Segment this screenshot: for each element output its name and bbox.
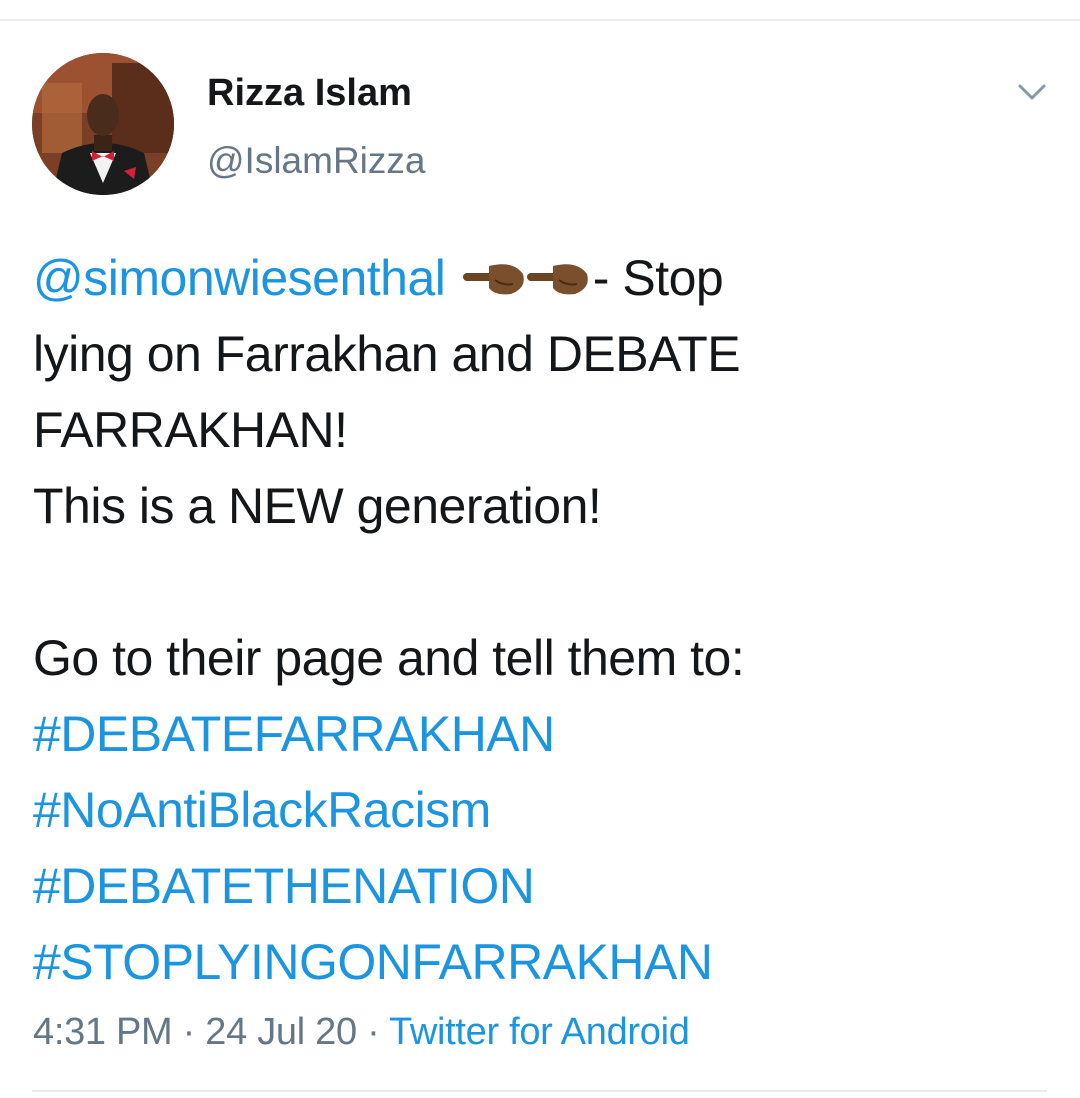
tweet-meta: 4:31 PM · 24 Jul 20 · Twitter for Androi… (33, 1008, 690, 1056)
meta-separator: · (172, 1011, 206, 1053)
author-display-name[interactable]: Rizza Islam (207, 70, 412, 116)
hashtag-link[interactable]: #DEBATETHENATION (33, 848, 1033, 924)
tweet-time[interactable]: 4:31 PM (33, 1011, 173, 1053)
hashtag-link[interactable]: #NoAntiBlackRacism (33, 772, 1033, 848)
tweet-line-4: This is a NEW generation! (33, 478, 602, 534)
avatar-image (32, 53, 174, 195)
author-handle[interactable]: @IslamRizza (207, 138, 425, 184)
tweet-line-1: @simonwiesenthal - Stop (33, 240, 1033, 316)
top-divider (0, 19, 1080, 21)
tweet-text-segment: - Stop (592, 250, 724, 306)
avatar[interactable] (32, 53, 174, 195)
hashtag-link[interactable]: #DEBATEFARRAKHAN (33, 696, 1033, 772)
tweet-line-3: FARRAKHAN! (33, 402, 348, 458)
pointing-right-emoji-icon (525, 258, 593, 298)
pointing-right-emoji-icon (461, 258, 529, 298)
tweet-line-5: Go to their page and tell them to: (33, 630, 745, 686)
bottom-divider (32, 1090, 1047, 1092)
tweet-text: @simonwiesenthal - Stop lying on Farrakh… (33, 240, 1033, 1000)
meta-separator: · (356, 1011, 390, 1053)
tweet-date[interactable]: 24 Jul 20 (205, 1011, 357, 1053)
chevron-down-icon[interactable] (1010, 78, 1054, 108)
mention-link[interactable]: @simonwiesenthal (33, 250, 446, 306)
tweet-source-link[interactable]: Twitter for Android (389, 1011, 690, 1053)
tweet-line-2: lying on Farrakhan and DEBATE (33, 326, 741, 382)
hashtag-link[interactable]: #STOPLYINGONFARRAKHAN (33, 924, 1033, 1000)
